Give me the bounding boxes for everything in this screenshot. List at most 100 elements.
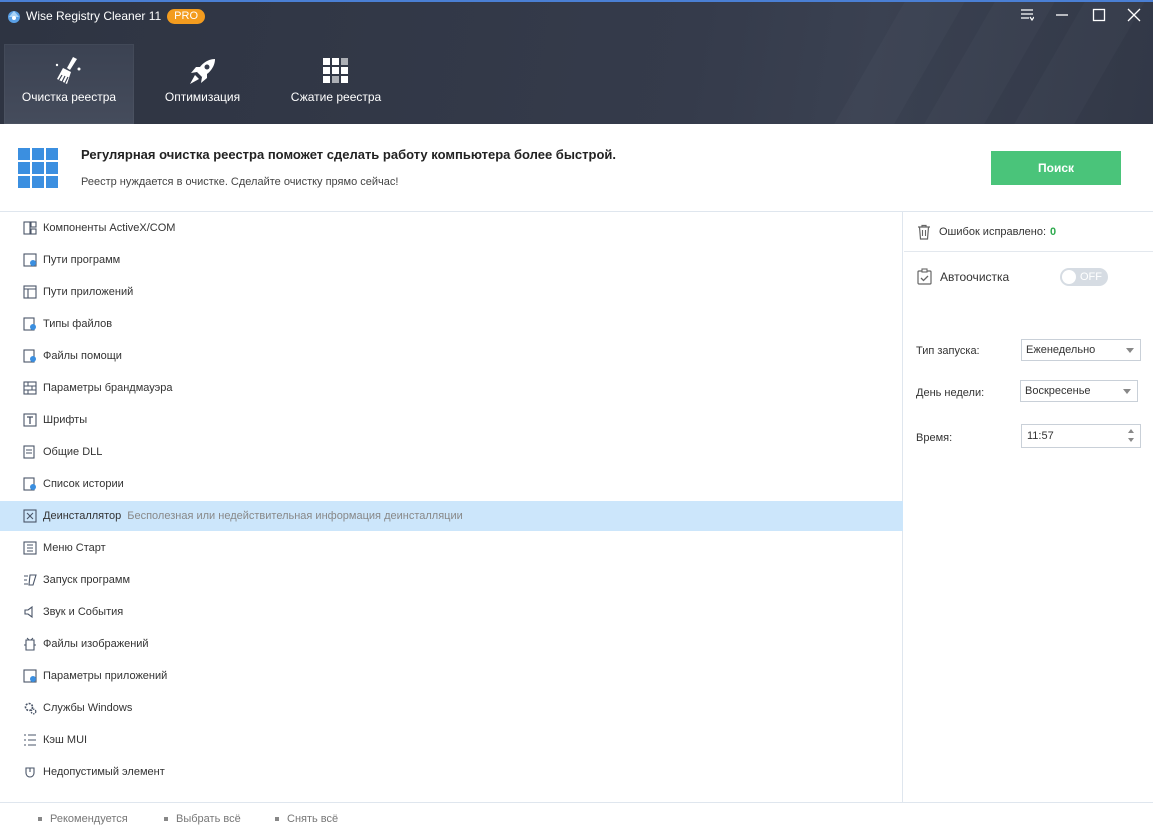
recommended-link[interactable]: Рекомендуется	[38, 813, 128, 825]
activex-icon	[23, 221, 37, 235]
chevron-down-icon	[1123, 389, 1131, 394]
errors-fixed-count: 0	[1050, 225, 1057, 238]
list-item-label: Файлы помощи	[43, 350, 122, 362]
rocket-icon	[186, 54, 220, 88]
list-item-label: Типы файлов	[43, 318, 113, 330]
list-item-label: Службы Windows	[43, 702, 133, 714]
deselect-all-link[interactable]: Снять всё	[275, 813, 338, 825]
start-menu-icon	[23, 541, 37, 555]
run-type-value: Еженедельно	[1026, 344, 1096, 356]
run-type-label: Тип запуска:	[916, 345, 980, 357]
minimize-icon[interactable]	[1048, 4, 1076, 26]
list-item[interactable]: Недопустимый элемент	[0, 757, 903, 787]
time-label: Время:	[916, 432, 953, 444]
app-title-text: Wise Registry Cleaner 11	[26, 9, 162, 23]
spin-down-icon[interactable]	[1128, 438, 1134, 442]
list-item-label: Список истории	[43, 478, 124, 490]
app-title: Wise Registry Cleaner 11 PRO	[6, 8, 206, 24]
tab-label: Очистка реестра	[21, 90, 117, 104]
list-item[interactable]: Общие DLL	[0, 437, 903, 467]
auto-clean-row: Автоочистка	[916, 268, 1009, 285]
history-icon	[23, 477, 36, 491]
tab-optimization[interactable]: Оптимизация	[140, 44, 265, 124]
list-item-label: Запуск программ	[43, 574, 131, 586]
list-item-label: Меню Старт	[43, 542, 106, 554]
program-path-icon	[23, 253, 37, 267]
list-item-label: Параметры приложений	[43, 670, 168, 682]
list-item-label: Общие DLL	[43, 446, 103, 458]
list-item-label: Звук и События	[43, 606, 124, 618]
settings-panel: Ошибок исправлено: 0 Автоочистка OFF Тип…	[904, 212, 1153, 802]
tab-registry-defrag[interactable]: Сжатие реестра	[272, 44, 400, 124]
image-files-icon	[24, 637, 36, 651]
app-logo-icon	[8, 11, 20, 23]
invalid-item-icon	[25, 767, 35, 778]
list-item[interactable]: Параметры приложений	[0, 661, 903, 691]
list-item[interactable]: Список истории	[0, 469, 903, 499]
toggle-state: OFF	[1080, 271, 1102, 283]
header-bar: Wise Registry Cleaner 11 PRO Очистка рее…	[0, 0, 1153, 124]
tab-registry-cleaner[interactable]: Очистка реестра	[4, 44, 134, 124]
deselect-all-label: Снять всё	[287, 813, 339, 825]
select-all-link[interactable]: Выбрать всё	[164, 813, 241, 825]
select-all-label: Выбрать всё	[176, 813, 241, 825]
errors-fixed-row: Ошибок исправлено: 0	[904, 212, 1153, 252]
time-value: 11:57	[1027, 430, 1054, 442]
maximize-icon[interactable]	[1085, 4, 1113, 26]
list-item[interactable]: Шрифты	[0, 405, 903, 435]
list-item[interactable]: Компоненты ActiveX/COM	[0, 213, 903, 243]
trash-icon	[918, 224, 930, 240]
list-item[interactable]: Параметры брандмауэра	[0, 373, 903, 403]
tab-label: Сжатие реестра	[290, 90, 382, 104]
spin-up-icon[interactable]	[1128, 429, 1134, 433]
tab-label: Оптимизация	[164, 90, 241, 104]
list-item-label: Шрифты	[43, 414, 88, 426]
run-type-select[interactable]: Еженедельно	[1021, 339, 1141, 361]
close-icon[interactable]	[1120, 4, 1148, 26]
banner-subtitle: Реестр нуждается в очистке. Сделайте очи…	[81, 176, 399, 188]
sound-icon	[24, 605, 33, 619]
toggle-knob	[1062, 270, 1076, 284]
list-item[interactable]: Кэш MUI	[0, 725, 903, 755]
footer-bar: Рекомендуется Выбрать всё Снять всё	[0, 802, 1153, 834]
list-item-label: Пути приложений	[43, 286, 134, 298]
pro-badge: PRO	[167, 8, 206, 24]
list-item-label: Пути программ	[43, 254, 121, 266]
bullet-icon	[164, 817, 168, 821]
dll-icon	[23, 445, 35, 459]
list-item[interactable]: Пути приложений	[0, 277, 903, 307]
list-item[interactable]: Запуск программ	[0, 565, 903, 595]
list-item-label: Параметры брандмауэра	[43, 382, 173, 394]
errors-fixed-label: Ошибок исправлено:	[939, 225, 1047, 238]
scan-button[interactable]: Поиск	[991, 151, 1121, 185]
list-item[interactable]: Типы файлов	[0, 309, 903, 339]
help-files-icon	[23, 349, 36, 363]
list-item-label: Кэш MUI	[43, 734, 88, 746]
weekday-select[interactable]: Воскресенье	[1020, 380, 1138, 402]
list-item[interactable]: Пути программ	[0, 245, 903, 275]
list-item-label: Компоненты ActiveX/COM	[43, 222, 176, 234]
recommended-label: Рекомендуется	[50, 813, 128, 825]
time-input[interactable]: 11:57	[1021, 424, 1141, 448]
list-item[interactable]: Деинсталлятор Бесполезная или недействите…	[0, 501, 903, 531]
list-item-description: Бесполезная или недействительная информа…	[127, 510, 463, 522]
auto-clean-toggle[interactable]: OFF	[1060, 268, 1108, 286]
broom-icon	[52, 54, 86, 88]
weekday-value: Воскресенье	[1025, 385, 1091, 397]
auto-clean-label: Автоочистка	[940, 269, 1010, 284]
top-accent-line	[0, 0, 1153, 2]
list-item[interactable]: Файлы изображений	[0, 629, 903, 659]
menu-icon[interactable]	[1013, 4, 1041, 26]
list-item[interactable]: Файлы помощи	[0, 341, 903, 371]
list-item[interactable]: Службы Windows	[0, 693, 903, 723]
bullet-icon	[38, 817, 42, 821]
mui-cache-icon	[24, 734, 36, 746]
startup-icon	[24, 574, 37, 586]
list-item[interactable]: Звук и События	[0, 597, 903, 627]
list-item[interactable]: Меню Старт	[0, 533, 903, 563]
banner-title: Регулярная очистка реестра поможет сдела…	[81, 147, 617, 162]
app-path-icon	[23, 285, 37, 299]
firewall-icon	[23, 381, 37, 395]
weekday-label: День недели:	[916, 387, 985, 399]
chevron-down-icon	[1126, 348, 1134, 353]
